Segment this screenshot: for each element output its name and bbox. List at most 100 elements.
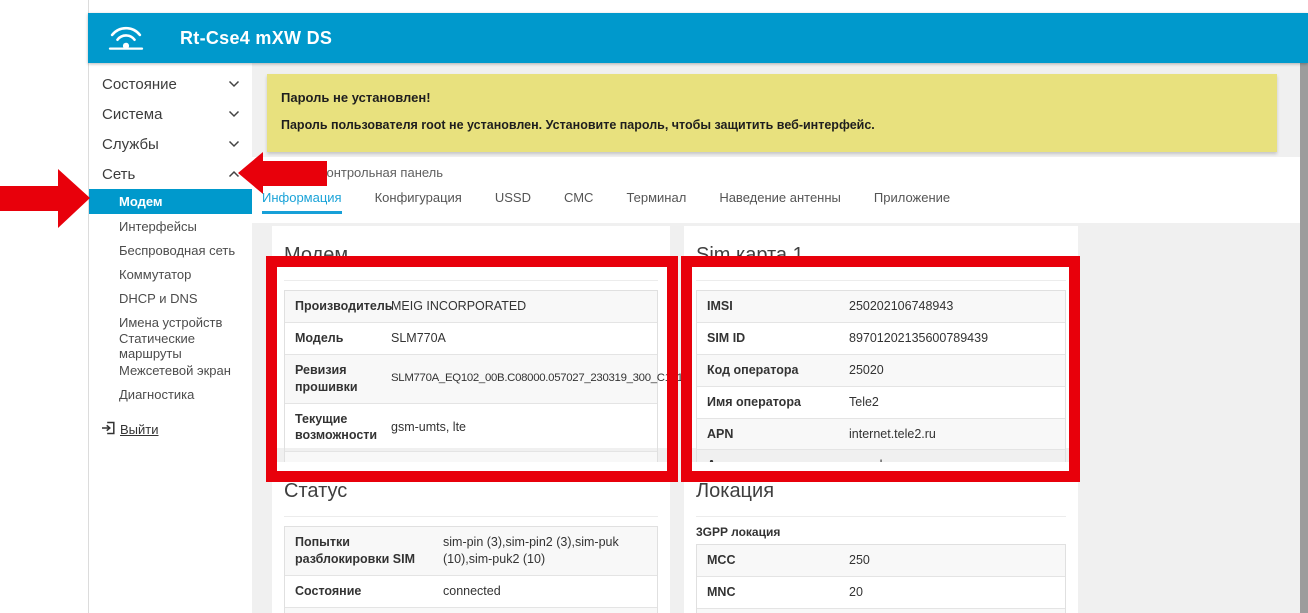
banner-message: Пароль пользователя root не установлен. …: [281, 118, 1263, 132]
row-value: 89701202135600789439: [849, 323, 996, 354]
panel-location: Локация 3GPP локация MCC250MNC20LAC (dec…: [684, 462, 1078, 613]
app-title: Rt-Cse4 mXW DS: [180, 28, 332, 49]
row-value: sim-pin (3),sim-pin2 (3),sim-puk (10),si…: [443, 527, 657, 575]
panel-sim-card-1: Sim карта 1 IMSI250202106748943SIM ID897…: [684, 226, 1078, 448]
sidebar-item-7[interactable]: Межсетевой экран: [89, 358, 252, 382]
sidebar-item-6[interactable]: Статические маршруты: [89, 334, 252, 358]
tab-bar: Информация Конфигурация USSD СМС Терминал Нав…: [262, 190, 950, 214]
sim-table: IMSI250202106748943SIM ID897012021356007…: [696, 290, 1066, 482]
chevron-down-icon: [228, 110, 240, 118]
row-value: SLM770A_EQ102_00B.C08000.057027_230319_3…: [391, 364, 716, 393]
sidebar-section-3[interactable]: Сеть: [89, 159, 252, 189]
sidebar-section-1[interactable]: Система: [89, 99, 252, 129]
row-label: APN: [697, 419, 849, 450]
table-row: IMSI250202106748943: [697, 291, 1065, 322]
sidebar-section-label: Службы: [102, 136, 159, 153]
sidebar-item-3[interactable]: Коммутатор: [89, 262, 252, 286]
main-content: Пароль не установлен! Пароль пользовател…: [252, 63, 1300, 613]
logout-link[interactable]: Выйти: [101, 421, 159, 438]
row-label: MCC: [697, 545, 849, 576]
vertical-scrollbar[interactable]: [1300, 63, 1308, 613]
table-row: LAC (dec / hex)0 / 0000: [697, 608, 1065, 613]
table-row: МодельSLM770A: [285, 322, 657, 354]
row-label: Модель: [285, 323, 391, 354]
app-header: Rt-Cse4 mXW DS: [88, 13, 1308, 63]
status-table: Попытки разблокировки SIMsim-pin (3),sim…: [284, 526, 658, 613]
row-value: Tele2: [849, 387, 887, 418]
logout-icon: [101, 421, 116, 438]
tab-0[interactable]: Информация: [262, 190, 342, 214]
table-row: Ревизия прошивкиSLM770A_EQ102_00B.C08000…: [285, 354, 657, 403]
row-label: Ревизия прошивки: [285, 355, 391, 403]
sidebar-item-1[interactable]: Интерфейсы: [89, 214, 252, 238]
red-arrow-right-icon: [0, 169, 90, 228]
row-label: Температура: [285, 608, 443, 613]
table-row: APNinternet.tele2.ru: [697, 418, 1065, 450]
tab-2[interactable]: USSD: [495, 190, 531, 214]
location-table: MCC250MNC20LAC (dec / hex)0 / 0000: [696, 544, 1066, 613]
sidebar: Состояние Система Службы Сеть МодемИнтерфей…: [89, 63, 252, 613]
chevron-down-icon: [228, 140, 240, 148]
row-label: IMSI: [697, 291, 849, 322]
row-value: SLM770A: [391, 323, 454, 354]
chevron-up-icon: [228, 170, 240, 178]
row-value: 25020: [849, 355, 892, 386]
password-warning-banner: Пароль не установлен! Пароль пользовател…: [267, 74, 1277, 152]
panel-location-title: Локация: [696, 480, 1066, 517]
tab-5[interactable]: Наведение антенны: [719, 190, 841, 214]
row-label: SIM ID: [697, 323, 849, 354]
row-label: MNC: [697, 577, 849, 608]
table-row: SIM ID89701202135600789439: [697, 322, 1065, 354]
sidebar-section-label: Состояние: [102, 76, 177, 93]
row-label: Имя оператора: [697, 387, 849, 418]
sidebar-sections: Состояние Система Службы Сеть: [89, 69, 252, 189]
row-label: Попытки разблокировки SIM: [285, 527, 443, 575]
tab-6[interactable]: Приложение: [874, 190, 950, 214]
logout-label: Выйти: [120, 422, 159, 437]
screen: Rt-Cse4 mXW DS Состояние Система Службы Сет…: [0, 0, 1308, 613]
sidebar-section-label: Система: [102, 106, 162, 123]
row-label: LAC (dec / hex): [697, 609, 849, 613]
sidebar-section-0[interactable]: Состояние: [89, 69, 252, 99]
row-value: 0 / 0000: [849, 609, 902, 613]
row-label: Состояние: [285, 576, 443, 607]
sidebar-submenu: МодемИнтерфейсыБеспроводная сетьКоммутат…: [89, 189, 252, 406]
row-value: 250202106748943: [849, 291, 961, 322]
sidebar-item-8[interactable]: Диагностика: [89, 382, 252, 406]
row-label: Код оператора: [697, 355, 849, 386]
breadcrumb: Модем: Контрольная панель: [270, 165, 443, 180]
table-row: Код оператора25020: [697, 354, 1065, 386]
sidebar-item-4[interactable]: DHCP и DNS: [89, 286, 252, 310]
row-value: internet.tele2.ru: [849, 419, 944, 450]
table-row: Попытки разблокировки SIMsim-pin (3),sim…: [285, 527, 657, 575]
table-row: MNC20: [697, 576, 1065, 608]
sidebar-section-label: Сеть: [102, 166, 135, 183]
wifi-logo-icon: [105, 20, 147, 57]
table-row: ПроизводительMEIG INCORPORATED: [285, 291, 657, 322]
sidebar-item-0[interactable]: Модем: [89, 189, 252, 214]
chevron-down-icon: [228, 80, 240, 88]
row-value: MEIG INCORPORATED: [391, 291, 534, 322]
panel-status: Статус Попытки разблокировки SIMsim-pin …: [272, 462, 670, 613]
tab-3[interactable]: СМС: [564, 190, 593, 214]
row-label: Текущие возможности: [285, 404, 391, 452]
table-row: Состояниеconnected: [285, 575, 657, 607]
table-row: Температура28 °C: [285, 607, 657, 613]
location-subtitle: 3GPP локация: [696, 525, 1066, 539]
row-value: 250: [849, 545, 878, 576]
row-value: 28 °C: [443, 608, 482, 613]
sidebar-item-2[interactable]: Беспроводная сеть: [89, 238, 252, 262]
row-value: connected: [443, 576, 509, 607]
sidebar-section-2[interactable]: Службы: [89, 129, 252, 159]
panel-modem-title: Модем: [284, 244, 658, 281]
row-label: Производитель: [285, 291, 391, 322]
panel-sim-title: Sim карта 1: [696, 244, 1066, 281]
table-row: Текущие возможностиgsm-umts, lte: [285, 403, 657, 452]
modem-table: ПроизводительMEIG INCORPORATEDМодельSLM7…: [284, 290, 658, 484]
tab-4[interactable]: Терминал: [626, 190, 686, 214]
tab-1[interactable]: Конфигурация: [375, 190, 462, 214]
table-row: MCC250: [697, 545, 1065, 576]
panel-status-title: Статус: [284, 480, 658, 517]
row-value: gsm-umts, lte: [391, 412, 474, 443]
page-header-band: Модем: Контрольная панель Информация Конф…: [252, 157, 1300, 223]
